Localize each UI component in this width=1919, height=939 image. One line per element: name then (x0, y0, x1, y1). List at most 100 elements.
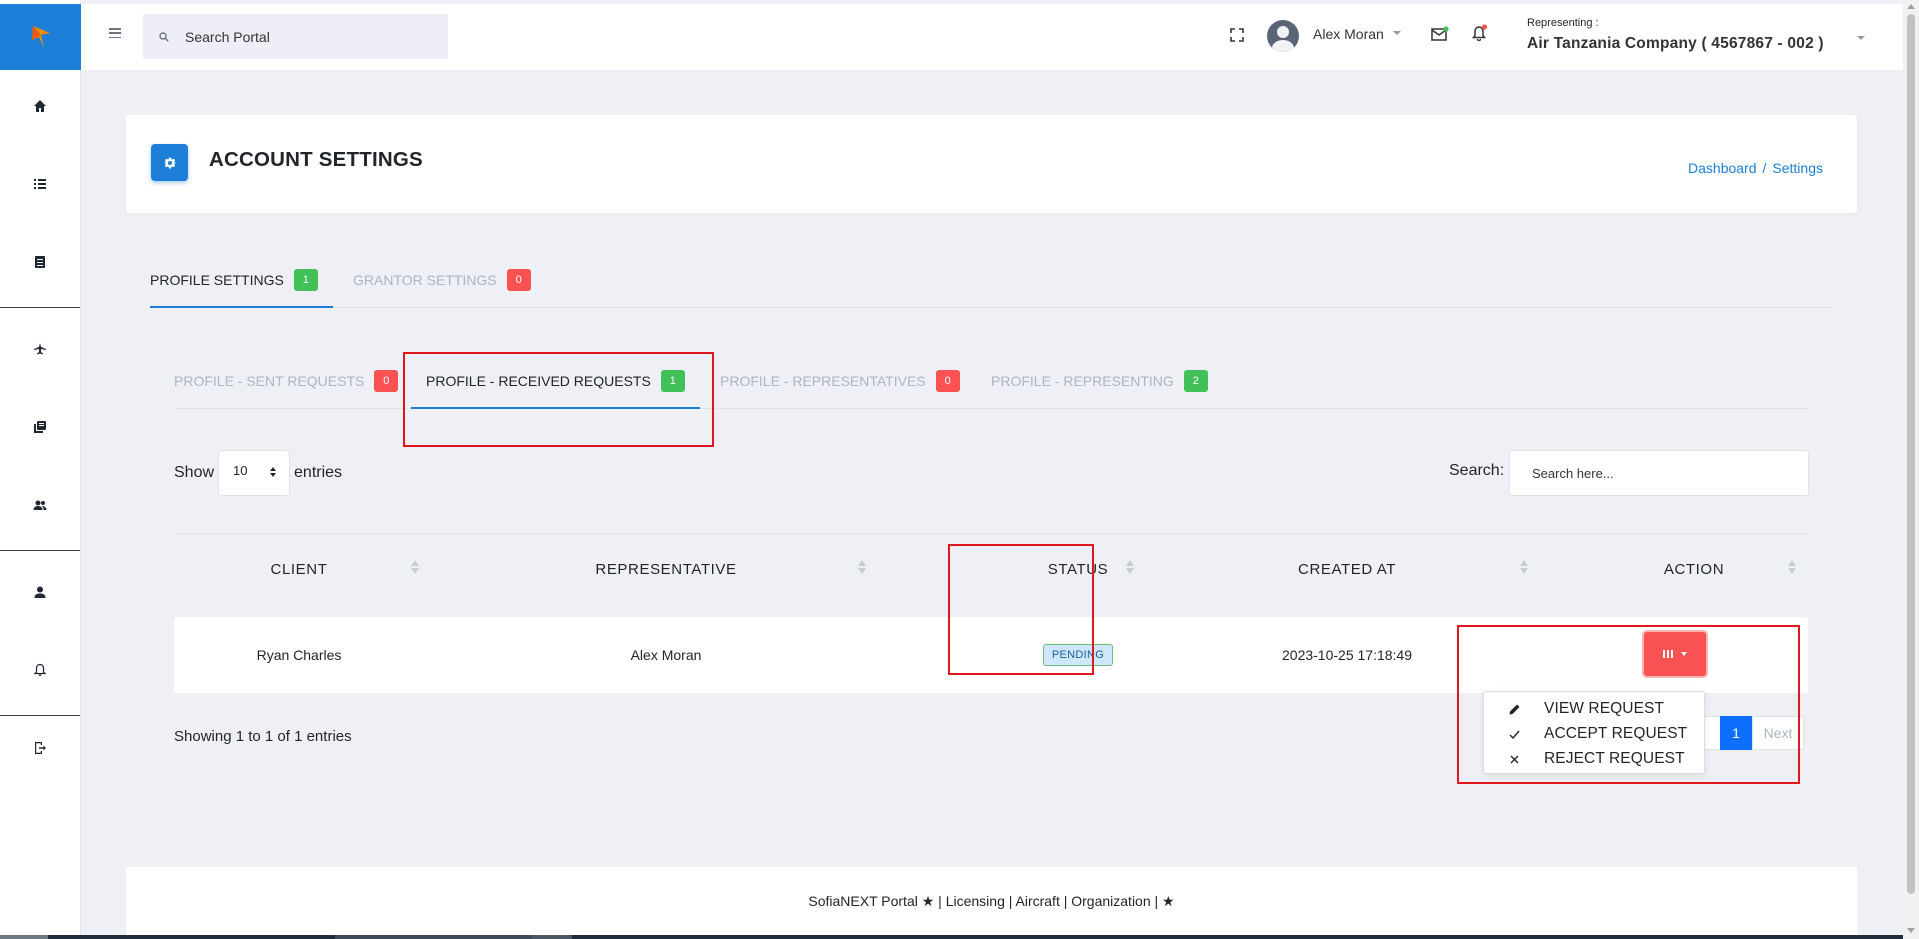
x-icon (1510, 755, 1519, 763)
menu-item-accept-request[interactable]: ACCEPT REQUEST (1484, 722, 1704, 746)
column-header-representative[interactable]: REPRESENTATIVE (466, 534, 866, 604)
request-sub-tabs: PROFILE - SENT REQUESTS 0 PROFILE - RECE… (174, 367, 1808, 409)
breadcrumb: Dashboard / Settings (1688, 160, 1823, 176)
brand-logo[interactable] (0, 4, 81, 70)
cell-client: Ryan Charles (256, 647, 342, 663)
sort-icon[interactable] (1520, 560, 1528, 574)
menu-toggle-icon[interactable] (109, 28, 121, 38)
main-tabs: PROFILE SETTINGS 1 GRANTOR SETTINGS 0 (150, 266, 1832, 308)
sidebar-divider (0, 550, 80, 551)
table-search-box[interactable] (1509, 450, 1809, 496)
tab-badge: 2 (1183, 370, 1208, 392)
portal-search[interactable] (143, 14, 448, 59)
tab-badge: 0 (935, 370, 960, 392)
bottom-strip (0, 935, 1903, 939)
sidebar-item-library[interactable] (0, 407, 80, 447)
scroll-up-arrow-icon[interactable] (1907, 4, 1915, 9)
page-1-button[interactable]: 1 (1720, 716, 1752, 750)
cell-status: PENDING (978, 617, 1178, 693)
cell-created-at: 2023-10-25 17:18:49 (1282, 647, 1412, 663)
sidebar-item-home[interactable] (0, 86, 80, 126)
portal-search-input[interactable] (185, 28, 425, 45)
menu-item-reject-request[interactable]: REJECT REQUEST (1484, 747, 1704, 771)
page-scrollbar[interactable] (1903, 0, 1919, 939)
sidebar-divider (0, 307, 80, 308)
breadcrumb-settings-link[interactable]: Settings (1772, 160, 1823, 176)
breadcrumb-separator: / (1762, 160, 1767, 176)
mail-icon[interactable] (1431, 26, 1449, 42)
fullscreen-icon[interactable] (1230, 28, 1244, 42)
tab-label: PROFILE - SENT REQUESTS (174, 373, 365, 389)
menu-item-label: VIEW REQUEST (1544, 700, 1665, 717)
user-name[interactable]: Alex Moran (1313, 26, 1384, 42)
column-header-action[interactable]: ACTION (1594, 534, 1794, 604)
entries-per-page-select[interactable]: 10 (218, 450, 291, 496)
sidebar-item-profile[interactable] (0, 572, 80, 612)
list-icon (34, 179, 46, 189)
sort-icon[interactable] (1788, 560, 1796, 574)
column-header-client[interactable]: CLIENT (174, 534, 424, 604)
tab-received-requests[interactable]: PROFILE - RECEIVED REQUESTS 1 (411, 367, 700, 409)
avatar[interactable] (1267, 20, 1299, 52)
tab-sent-requests[interactable]: PROFILE - SENT REQUESTS 0 (174, 367, 399, 409)
sidebar-item-list[interactable] (0, 164, 80, 204)
company-dropdown-caret-icon[interactable] (1857, 36, 1865, 40)
tab-profile-settings[interactable]: PROFILE SETTINGS 1 (150, 266, 333, 308)
column-header-created-at[interactable]: CREATED AT (1244, 534, 1450, 604)
sidebar-item-logout[interactable] (0, 728, 80, 768)
action-dropdown-button[interactable] (1644, 632, 1706, 676)
sidebar-item-notifications[interactable] (0, 650, 80, 690)
logout-icon (35, 742, 46, 754)
show-entries-control: Show 10 entries (174, 450, 342, 496)
breadcrumb-dashboard-link[interactable]: Dashboard (1688, 160, 1757, 176)
column-label: CREATED AT (1298, 560, 1396, 578)
action-dropdown-menu: VIEW REQUEST ACCEPT REQUEST REJECT REQUE… (1483, 691, 1705, 774)
caret-down-icon (1681, 652, 1687, 656)
cell-representative: Alex Moran (630, 647, 702, 663)
sidebar-item-users[interactable] (0, 485, 80, 525)
logo-icon (31, 26, 50, 48)
sort-icon[interactable] (411, 560, 419, 574)
pencil-icon (1509, 704, 1520, 714)
status-badge: PENDING (1042, 644, 1114, 666)
settings-title-icon (151, 144, 188, 181)
page-title-card: ACCOUNT SETTINGS Dashboard / Settings (126, 115, 1857, 213)
representing-label: Representing : (1527, 17, 1599, 29)
users-icon (33, 500, 47, 510)
next-page-button[interactable]: Next (1752, 716, 1804, 750)
scroll-thumb[interactable] (1907, 14, 1915, 894)
column-label: ACTION (1663, 560, 1725, 578)
bell-icon[interactable] (1471, 24, 1489, 42)
top-header: Alex Moran Representing : Air Tanzania C… (81, 4, 1903, 70)
library-icon (34, 421, 46, 433)
tab-label: PROFILE - REPRESENTATIVES (720, 373, 926, 389)
footer-text: SofiaNEXT Portal ★ | Licensing | Aircraf… (808, 892, 1175, 909)
tab-representing[interactable]: PROFILE - REPRESENTING 2 (991, 367, 1208, 409)
columns-icon (1663, 650, 1673, 658)
tab-badge: 1 (293, 269, 318, 291)
document-icon (35, 256, 45, 268)
sort-icon[interactable] (1126, 560, 1134, 574)
tab-representatives[interactable]: PROFILE - REPRESENTATIVES 0 (720, 367, 960, 409)
tab-label: GRANTOR SETTINGS (353, 272, 497, 288)
representing-company[interactable]: Air Tanzania Company ( 4567867 - 002 ) (1527, 35, 1824, 53)
column-header-status[interactable]: STATUS (978, 534, 1178, 604)
tab-badge: 1 (660, 370, 685, 392)
check-icon (1509, 730, 1520, 739)
airplane-icon (34, 343, 46, 355)
person-icon (34, 586, 46, 598)
table-search-input[interactable] (1510, 451, 1808, 495)
sidebar-item-documents[interactable] (0, 242, 80, 282)
scroll-down-arrow-icon[interactable] (1907, 928, 1915, 933)
gear-icon (164, 157, 175, 168)
sort-icon[interactable] (858, 560, 866, 574)
user-dropdown-caret-icon[interactable] (1393, 31, 1401, 35)
column-label: REPRESENTATIVE (595, 560, 737, 578)
tab-grantor-settings[interactable]: GRANTOR SETTINGS 0 (353, 266, 531, 308)
menu-item-view-request[interactable]: VIEW REQUEST (1484, 697, 1704, 721)
table-header: CLIENT REPRESENTATIVE STATUS CREATED AT … (174, 533, 1808, 603)
tab-badge: 0 (374, 370, 399, 392)
home-icon (34, 100, 46, 112)
sidebar-divider (0, 715, 80, 716)
sidebar-item-aircraft[interactable] (0, 329, 80, 369)
